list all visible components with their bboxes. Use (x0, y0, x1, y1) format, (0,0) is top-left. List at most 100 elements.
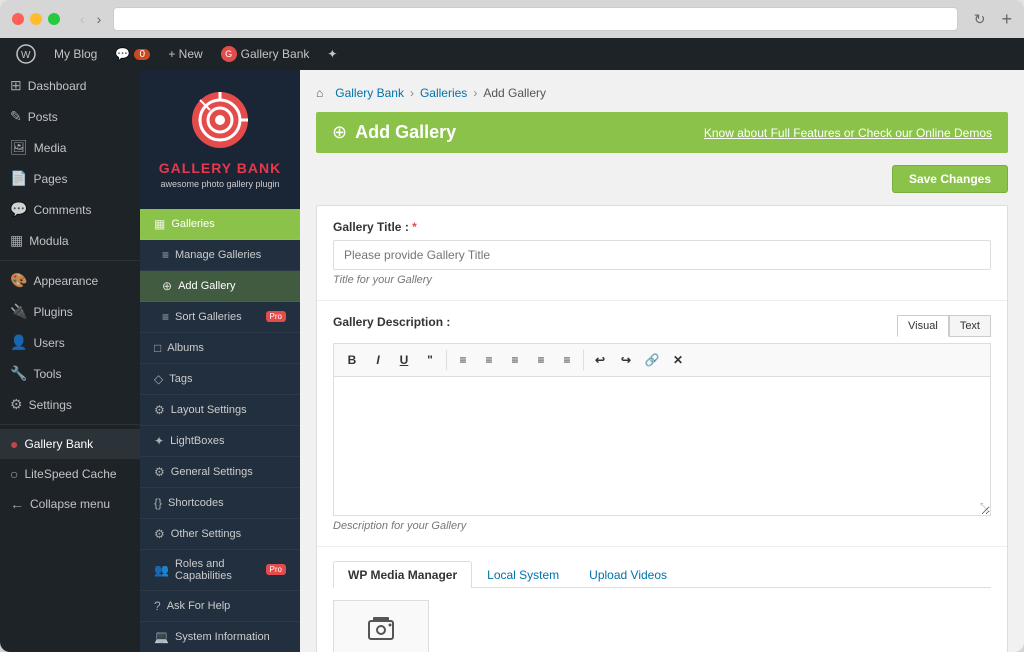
sidebar-item-plugins[interactable]: 🔌 Plugins (0, 296, 140, 327)
toolbar-ol[interactable]: ≡ (451, 348, 475, 372)
sidebar-item-litespeed[interactable]: ○ LiteSpeed Cache (0, 459, 140, 489)
gallery-desc-label: Gallery Description : (333, 315, 450, 329)
sidebar-item-modula[interactable]: ▦ Modula (0, 225, 140, 256)
gb-menu-albums[interactable]: □ Albums (140, 333, 300, 364)
gb-menu-other-settings[interactable]: ⚙ Other Settings (140, 519, 300, 550)
page-title: Add Gallery (355, 122, 456, 143)
sidebar-item-appearance[interactable]: 🎨 Appearance (0, 265, 140, 296)
wp-logo-item[interactable]: W (8, 38, 44, 70)
sidebar-item-dashboard[interactable]: ⊞ Dashboard (0, 70, 140, 101)
breadcrumb: ⌂ Gallery Bank › Galleries › Add Gallery (316, 86, 1008, 100)
new-item[interactable]: + New (160, 38, 210, 70)
sidebar-collapse-menu[interactable]: ← Collapse menu (0, 489, 140, 519)
gb-menu-manage-galleries[interactable]: ≡ Manage Galleries (140, 240, 300, 271)
toolbar-redo[interactable]: ↪ (614, 348, 638, 372)
gallery-title-section: Gallery Title : * Title for your Gallery (317, 206, 1007, 300)
gb-menu-sort-galleries[interactable]: ≡ Sort Galleries Pro (140, 302, 300, 333)
gallery-desc-editor[interactable]: ⤡ (333, 376, 991, 516)
sidebar-item-gallery-bank[interactable]: ● Gallery Bank (0, 429, 140, 459)
gb-menu-layout-settings[interactable]: ⚙ Layout Settings (140, 395, 300, 426)
page-header-link[interactable]: Know about Full Features or Check our On… (704, 126, 992, 140)
plugins-icon: 🔌 (10, 303, 27, 320)
toolbar-italic[interactable]: I (366, 348, 390, 372)
browser-nav: ‹ › (76, 9, 105, 29)
toolbar-align-center[interactable]: ≡ (529, 348, 553, 372)
gb-menu-general-settings[interactable]: ⚙ General Settings (140, 457, 300, 488)
toolbar-undo[interactable]: ↩ (588, 348, 612, 372)
sidebar-divider-2 (0, 424, 140, 425)
sidebar-item-settings[interactable]: ⚙ Settings (0, 389, 140, 420)
gb-menu-galleries[interactable]: ▦ Galleries (140, 209, 300, 240)
sidebar-item-posts[interactable]: ✎ Posts (0, 101, 140, 132)
svg-text:W: W (21, 50, 31, 61)
gb-menu-lightboxes[interactable]: ✦ LightBoxes (140, 426, 300, 457)
toolbar-ul[interactable]: ≡ (477, 348, 501, 372)
gb-logo-text: GALLERY BANK (156, 160, 284, 177)
wp-main-content: ⌂ Gallery Bank › Galleries › Add Gallery… (300, 70, 1024, 652)
toolbar-fullscreen[interactable]: ✕ (666, 348, 690, 372)
sidebar-item-pages[interactable]: 📄 Pages (0, 163, 140, 194)
dashboard-icon: ⊞ (10, 77, 22, 94)
toolbar-link[interactable]: 🔗 (640, 348, 664, 372)
roles-label: Roles and Capabilities (175, 558, 260, 582)
toolbar-underline[interactable]: U (392, 348, 416, 372)
toolbar-sep-2 (583, 350, 584, 370)
add-tab-button[interactable]: + (1001, 9, 1012, 30)
close-dot[interactable] (12, 13, 24, 25)
my-blog-item[interactable]: My Blog (46, 38, 105, 70)
save-changes-button[interactable]: Save Changes (892, 165, 1008, 193)
reload-button[interactable]: ↻ (974, 11, 986, 28)
ask-help-label: Ask For Help (167, 600, 231, 612)
add-media-box[interactable]: Add Media (333, 600, 429, 652)
back-button[interactable]: ‹ (76, 9, 89, 29)
maximize-dot[interactable] (48, 13, 60, 25)
gb-menu-add-gallery[interactable]: ⊕ Add Gallery (140, 271, 300, 302)
sidebar-item-users[interactable]: 👤 Users (0, 327, 140, 358)
breadcrumb-gallery-bank[interactable]: Gallery Bank (335, 86, 404, 100)
layout-settings-icon: ⚙ (154, 403, 165, 417)
sidebar-appearance-label: Appearance (33, 274, 98, 288)
gb-menu-ask-help[interactable]: ? Ask For Help (140, 591, 300, 622)
comments-item[interactable]: 💬 0 (107, 38, 158, 70)
gallery-title-input[interactable] (333, 240, 991, 270)
gallery-title-label: Gallery Title : * (333, 220, 991, 234)
albums-icon: □ (154, 341, 161, 355)
media-tab-wp[interactable]: WP Media Manager (333, 561, 472, 588)
sidebar-item-comments[interactable]: 💬 Comments (0, 194, 140, 225)
gallery-bank-admin-item[interactable]: G Gallery Bank (213, 38, 318, 70)
lightboxes-label: LightBoxes (170, 435, 224, 447)
minimize-dot[interactable] (30, 13, 42, 25)
wp-visit-item[interactable]: ✦ (319, 38, 345, 70)
gallery-bank-sub-sidebar: GALLERY BANK awesome photo gallery plugi… (140, 70, 300, 652)
breadcrumb-galleries[interactable]: Galleries (420, 86, 467, 100)
other-settings-label: Other Settings (171, 528, 241, 540)
forward-button[interactable]: › (93, 9, 106, 29)
gb-menu-roles[interactable]: 👥 Roles and Capabilities Pro (140, 550, 300, 591)
form-card: Gallery Title : * Title for your Gallery… (316, 205, 1008, 652)
gallery-bank-admin-icon: G (221, 46, 237, 62)
media-tab-local[interactable]: Local System (472, 561, 574, 588)
editor-tab-visual[interactable]: Visual (897, 315, 949, 337)
sidebar-item-tools[interactable]: 🔧 Tools (0, 358, 140, 389)
shortcodes-icon: {} (154, 496, 162, 510)
gallery-bank-admin-label: Gallery Bank (241, 47, 310, 61)
toolbar-sep-1 (446, 350, 447, 370)
toolbar-bold[interactable]: B (340, 348, 364, 372)
gb-menu-system-info[interactable]: 💻 System Information (140, 622, 300, 652)
sidebar-settings-label: Settings (29, 398, 72, 412)
sidebar-users-label: Users (33, 336, 64, 350)
sidebar-comments-label: Comments (33, 203, 91, 217)
toolbar-align-left[interactable]: ≡ (503, 348, 527, 372)
layout-settings-label: Layout Settings (171, 404, 247, 416)
comments-badge: 0 (134, 49, 150, 60)
media-tab-upload[interactable]: Upload Videos (574, 561, 682, 588)
url-bar[interactable] (113, 7, 957, 31)
toolbar-align-right[interactable]: ≡ (555, 348, 579, 372)
gb-menu-shortcodes[interactable]: {} Shortcodes (140, 488, 300, 519)
editor-tab-text[interactable]: Text (949, 315, 991, 337)
page-title-wrap: ⊕ Add Gallery (332, 122, 456, 143)
sidebar-plugins-label: Plugins (33, 305, 72, 319)
sidebar-item-media[interactable]: 🖼 Media (0, 132, 140, 163)
gb-menu-tags[interactable]: ◇ Tags (140, 364, 300, 395)
toolbar-quote[interactable]: " (418, 348, 442, 372)
